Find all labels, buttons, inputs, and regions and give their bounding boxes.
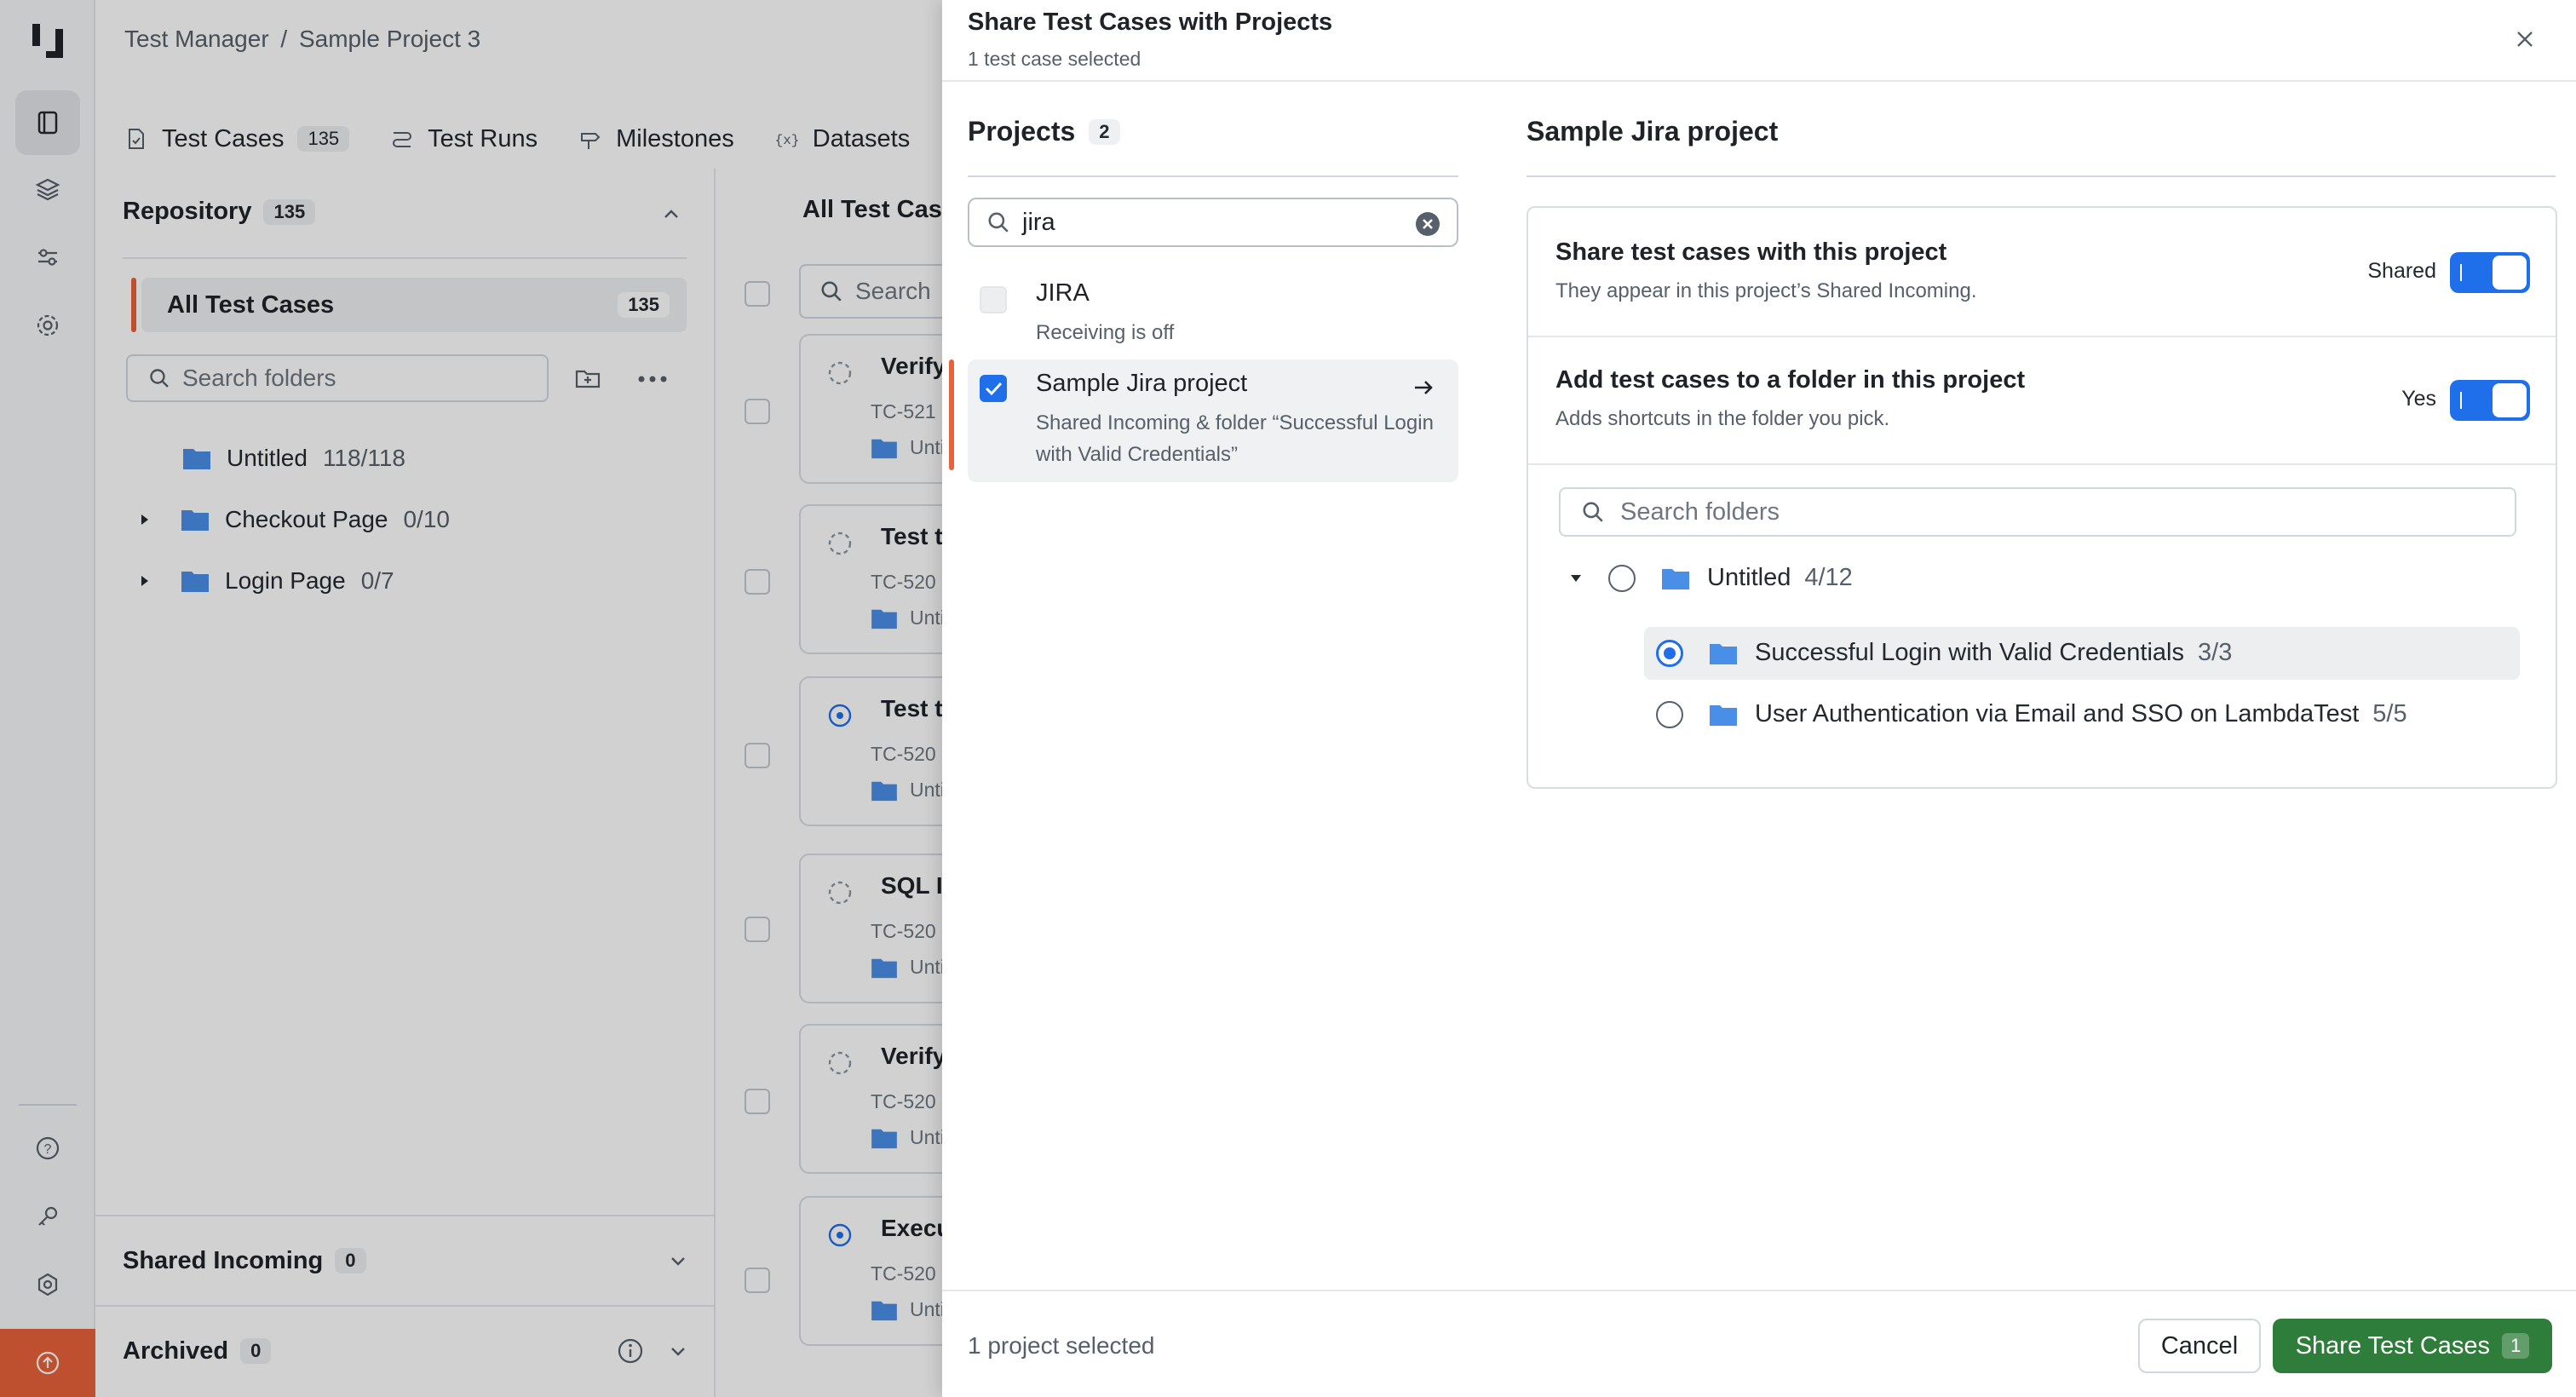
- share-button-label: Share Test Cases: [2295, 1331, 2491, 1360]
- folder-count: 3/3: [2198, 639, 2233, 666]
- share-option-desc: They appear in this project’s Shared Inc…: [1555, 279, 1977, 302]
- share-option-heading: Share test cases with this project: [1555, 239, 1947, 266]
- projects-header: Projects 2: [968, 116, 1120, 147]
- search-icon: [988, 212, 1009, 233]
- target-folder-user-auth[interactable]: User Authentication via Email and SSO on…: [1656, 700, 2407, 728]
- folder-name: Successful Login with Valid Credentials: [1755, 639, 2185, 666]
- divider: [1528, 463, 2556, 465]
- target-folder-search-input[interactable]: Search folders: [1559, 487, 2516, 537]
- modal-title: Share Test Cases with Projects: [968, 9, 1333, 36]
- share-test-cases-button[interactable]: Share Test Cases 1: [2273, 1319, 2552, 1373]
- modal-backdrop[interactable]: [0, 0, 942, 1397]
- selection-status: 1 project selected: [968, 1332, 1155, 1359]
- share-toggle-label: Shared: [2367, 259, 2436, 283]
- folder-icon: [1710, 643, 1737, 664]
- search-icon: [1583, 502, 1603, 522]
- close-icon[interactable]: [2508, 22, 2542, 56]
- folder-option: Add test cases to a folder in this proje…: [1528, 337, 2556, 465]
- search-placeholder: Search folders: [1620, 497, 1780, 526]
- project-name: JIRA: [1036, 279, 1090, 307]
- target-folder-untitled[interactable]: Untitled 4/12: [1567, 564, 1853, 592]
- target-folder-successful-login[interactable]: Successful Login with Valid Credentials …: [1656, 639, 2232, 667]
- folder-icon: [1710, 704, 1737, 726]
- share-options-box: Share test cases with this project They …: [1527, 206, 2557, 789]
- folder-toggle-label: Yes: [2401, 387, 2436, 411]
- detail-title: Sample Jira project: [1527, 116, 1779, 147]
- project-checkbox[interactable]: [980, 286, 1007, 313]
- project-name: Sample Jira project: [1036, 370, 1248, 397]
- share-toggle[interactable]: [2450, 252, 2530, 293]
- share-test-cases-modal: Share Test Cases with Projects 1 test ca…: [942, 0, 2576, 1397]
- share-button-count: 1: [2502, 1333, 2530, 1359]
- share-option: Share test cases with this project They …: [1528, 208, 2556, 336]
- folder-option-heading: Add test cases to a folder in this proje…: [1555, 366, 2026, 394]
- divider: [942, 1290, 2576, 1291]
- project-item-jira[interactable]: JIRA Receiving is off: [968, 267, 1458, 353]
- folder-radio[interactable]: [1656, 700, 1683, 728]
- divider: [1527, 175, 2556, 177]
- arrow-right-icon: [1415, 381, 1433, 394]
- project-search-value: jira: [1022, 208, 1055, 236]
- projects-heading: Projects: [968, 116, 1076, 147]
- cancel-button-label: Cancel: [2160, 1331, 2239, 1360]
- project-share-summary: Shared Incoming & folder “Successful Log…: [1036, 411, 1434, 466]
- folder-radio-selected[interactable]: [1656, 639, 1683, 667]
- cancel-button[interactable]: Cancel: [2138, 1319, 2261, 1373]
- modal-subtitle: 1 test case selected: [968, 48, 1141, 70]
- folder-name: Untitled: [1707, 564, 1791, 591]
- folder-count: 4/12: [1804, 564, 1853, 591]
- project-search-input[interactable]: jira: [968, 198, 1458, 247]
- caret-down-icon[interactable]: [1567, 570, 1584, 587]
- projects-count: 2: [1089, 118, 1120, 145]
- folder-count: 5/5: [2372, 700, 2407, 727]
- divider: [968, 175, 1458, 177]
- project-item-sample-jira[interactable]: Sample Jira project Shared Incoming & fo…: [949, 359, 1458, 482]
- project-checkbox[interactable]: [980, 375, 1007, 402]
- checkmark-icon: [985, 382, 1003, 396]
- folder-radio[interactable]: [1608, 564, 1636, 592]
- folder-name: User Authentication via Email and SSO on…: [1755, 700, 2360, 727]
- folder-option-desc: Adds shortcuts in the folder you pick.: [1555, 407, 1890, 430]
- folder-icon: [1662, 568, 1689, 589]
- divider: [942, 80, 2576, 82]
- folder-toggle[interactable]: [2450, 380, 2530, 421]
- project-status: Receiving is off: [1036, 321, 1175, 344]
- clear-search-icon[interactable]: [1414, 210, 1441, 238]
